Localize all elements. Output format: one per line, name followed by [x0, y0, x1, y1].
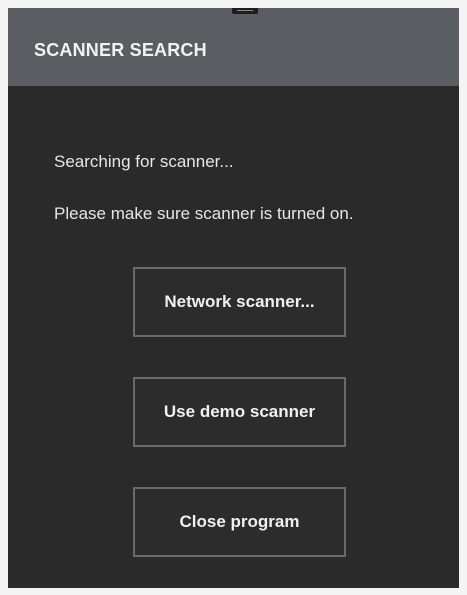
- use-demo-scanner-button[interactable]: Use demo scanner: [133, 377, 346, 447]
- scanner-search-dialog: SCANNER SEARCH Searching for scanner... …: [8, 8, 459, 588]
- dialog-body: Searching for scanner... Please make sur…: [8, 86, 459, 588]
- drag-handle-icon[interactable]: [232, 8, 258, 14]
- network-scanner-button[interactable]: Network scanner...: [133, 267, 346, 337]
- dialog-titlebar[interactable]: SCANNER SEARCH: [8, 8, 459, 86]
- scanner-power-hint-text: Please make sure scanner is turned on.: [54, 204, 354, 223]
- close-program-button[interactable]: Close program: [133, 487, 346, 557]
- dialog-title: SCANNER SEARCH: [34, 40, 207, 60]
- searching-status-text: Searching for scanner...: [54, 152, 234, 171]
